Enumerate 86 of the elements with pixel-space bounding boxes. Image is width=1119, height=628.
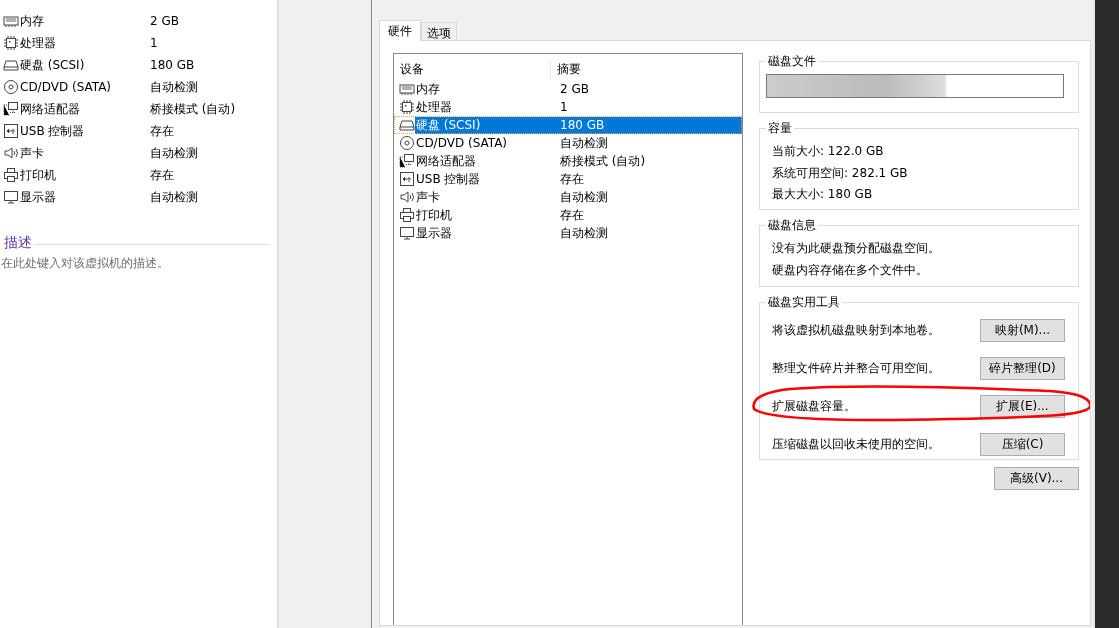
device-name: USB 控制器: [20, 122, 85, 140]
utility-description: 压缩磁盘以回收未使用的空间。: [772, 435, 940, 453]
memory-icon: [3, 13, 19, 29]
disk-file-field[interactable]: [766, 74, 1064, 98]
device-name: 处理器: [415, 98, 453, 116]
device-name: 网络适配器: [20, 100, 80, 118]
device-name: CD/DVD (SATA): [20, 80, 112, 94]
device-value: 自动检测: [559, 224, 609, 242]
advanced-button[interactable]: 高级(V)...: [994, 467, 1079, 490]
monitor-icon: [399, 225, 415, 241]
usb-icon: [3, 123, 19, 139]
info-text: 最大大小: 180 GB: [772, 186, 873, 204]
column-header[interactable]: 设备: [394, 60, 551, 78]
info-text: 系统可用空间: 282.1 GB: [772, 164, 908, 182]
group-title: 容量: [766, 120, 794, 137]
device-name: 声卡: [20, 144, 44, 162]
device-value: 桥接模式 (自动): [150, 100, 236, 118]
device-value: 存在: [559, 206, 585, 224]
group-title: 磁盘信息: [766, 217, 818, 234]
device-name: 显示器: [415, 224, 453, 242]
device-name: 内存: [20, 12, 44, 30]
chip-icon: [399, 99, 415, 115]
device-value: 180 GB: [554, 116, 742, 134]
device-row[interactable]: 网络适配器 桥接模式 (自动): [394, 152, 742, 170]
speaker-icon: [399, 189, 415, 205]
utility-description: 将该虚拟机磁盘映射到本地卷。: [772, 321, 940, 339]
group-title: 磁盘文件: [766, 53, 818, 70]
utility-button[interactable]: 碎片整理(D): [980, 356, 1065, 380]
tab[interactable]: 硬件: [379, 20, 421, 41]
device-value: 桥接模式 (自动): [559, 152, 647, 170]
device-row[interactable]: 显示器 自动检测: [394, 224, 742, 242]
column-header[interactable]: 摘要: [551, 60, 581, 78]
device-value: 1: [559, 99, 569, 116]
device-name: 打印机: [415, 206, 453, 224]
usb-icon: [399, 171, 415, 187]
speaker-icon: [3, 145, 19, 161]
device-value: 2 GB: [559, 81, 590, 98]
printer-icon: [399, 207, 415, 223]
device-value: 自动检测: [559, 134, 609, 152]
memory-icon: [399, 81, 415, 97]
device-value: 自动检测: [150, 144, 198, 162]
info-text: 没有为此硬盘预分配磁盘空间。: [772, 240, 940, 258]
device-row[interactable]: 声卡 自动检测: [394, 188, 742, 206]
printer-icon: [3, 167, 19, 183]
device-name: 硬盘 (SCSI): [20, 56, 85, 74]
device-name: 处理器: [20, 34, 56, 52]
monitor-icon: [3, 189, 19, 205]
device-value: 自动检测: [150, 78, 198, 96]
utility-button[interactable]: 压缩(C): [980, 432, 1065, 456]
device-row[interactable]: USB 控制器 存在: [394, 170, 742, 188]
network-icon: [399, 153, 415, 169]
description-text[interactable]: 在此处键入对该虚拟机的描述。: [1, 256, 169, 270]
device-name: 声卡: [415, 188, 441, 206]
device-name: 显示器: [20, 188, 56, 206]
utility-description: 扩展磁盘容量。: [772, 397, 856, 415]
device-row[interactable]: 内存 2 GB: [394, 80, 742, 98]
device-value: 2 GB: [150, 14, 179, 28]
device-row[interactable]: 处理器 1: [394, 98, 742, 116]
device-value: 1: [150, 36, 158, 50]
device-name: 内存: [415, 80, 441, 98]
device-name: 打印机: [20, 166, 56, 184]
device-name: 硬盘 (SCSI): [415, 116, 554, 134]
utility-description: 整理文件碎片并整合可用空间。: [772, 359, 940, 377]
device-value: 存在: [150, 122, 174, 140]
group-title: 磁盘实用工具: [766, 294, 842, 311]
device-row[interactable]: 打印机 存在: [394, 206, 742, 224]
device-name: USB 控制器: [415, 170, 482, 188]
device-value: 存在: [150, 166, 174, 184]
chip-icon: [3, 35, 19, 51]
disc-icon: [3, 79, 19, 95]
utility-button[interactable]: 映射(M)...: [980, 318, 1065, 342]
device-row[interactable]: CD/DVD (SATA) 自动检测: [394, 134, 742, 152]
network-icon: [3, 101, 19, 117]
tab[interactable]: 选项: [421, 22, 457, 40]
device-value: 自动检测: [559, 188, 609, 206]
disc-icon: [399, 135, 415, 151]
device-value: 自动检测: [150, 188, 198, 206]
device-name: 网络适配器: [415, 152, 477, 170]
device-value: 存在: [559, 170, 585, 188]
device-name: CD/DVD (SATA): [415, 136, 509, 150]
device-value: 180 GB: [150, 58, 195, 72]
device-row[interactable]: 硬盘 (SCSI) 180 GB: [394, 116, 742, 134]
utility-button[interactable]: 扩展(E)...: [980, 394, 1065, 418]
info-text: 当前大小: 122.0 GB: [772, 143, 884, 161]
info-text: 硬盘内容存储在多个文件中。: [772, 261, 928, 279]
section-heading: 描述: [4, 234, 32, 252]
